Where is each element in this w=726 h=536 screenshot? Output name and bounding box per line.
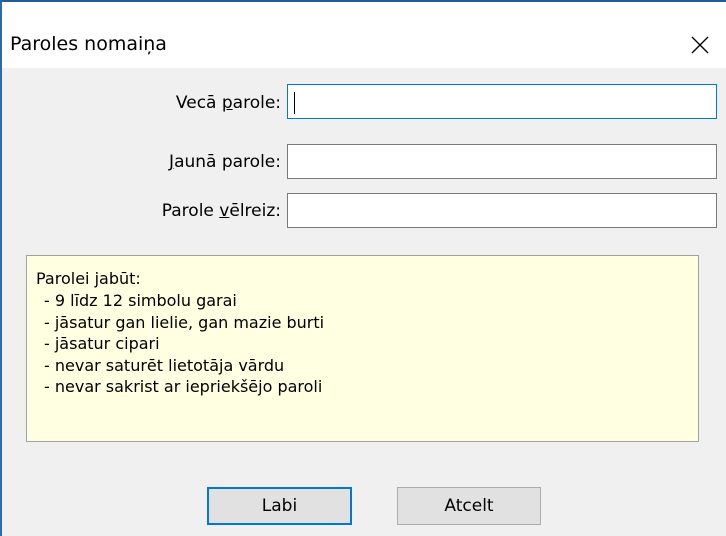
ok-button[interactable]: Labi xyxy=(207,487,352,525)
requirement-item: - nevar saturēt lietotāja vārdu xyxy=(44,355,285,375)
requirement-item: - jāsatur gan lielie, gan mazie burti xyxy=(44,312,325,332)
new-password-label-text-end: aunā parole: xyxy=(174,152,281,172)
requirement-item: - jāsatur cipari xyxy=(44,334,160,353)
close-icon xyxy=(691,36,709,54)
requirements-title: Parolei jabūt: xyxy=(36,269,141,288)
confirm-password-field[interactable] xyxy=(287,193,717,228)
confirm-password-label-text-end: ēlreiz: xyxy=(229,201,281,221)
cancel-button[interactable]: Atcelt xyxy=(397,487,541,525)
password-change-dialog: Paroles nomaiņa Vecā parole: Jaunā parol… xyxy=(0,0,726,536)
close-button[interactable] xyxy=(674,20,726,70)
title-bar[interactable]: Paroles nomaiņa xyxy=(2,2,726,68)
requirement-item: - nevar sakrist ar iepriekšējo paroli xyxy=(44,377,323,396)
confirm-password-label: Parole vēlreiz: xyxy=(162,200,281,222)
text-caret xyxy=(294,92,295,114)
new-password-field[interactable] xyxy=(287,144,717,179)
password-requirements-box: Parolei jabūt: - 9 līdz 12 simbolu garai… xyxy=(26,255,699,442)
old-password-label-accelerator: p xyxy=(221,93,233,113)
old-password-label-text-end: arole: xyxy=(232,93,281,113)
old-password-field[interactable] xyxy=(287,84,717,119)
old-password-label: Vecā parole: xyxy=(176,92,281,114)
new-password-label: Jaunā parole: xyxy=(169,151,281,173)
requirement-item: - 9 līdz 12 simbolu garai xyxy=(44,291,237,310)
dialog-title: Paroles nomaiņa xyxy=(10,33,167,55)
requirements-list: - 9 līdz 12 simbolu garai - jāsatur gan … xyxy=(36,290,698,398)
old-password-label-text: Vecā xyxy=(175,93,222,113)
confirm-password-label-text: Parole xyxy=(161,201,220,221)
confirm-password-label-accelerator: v xyxy=(219,201,230,221)
